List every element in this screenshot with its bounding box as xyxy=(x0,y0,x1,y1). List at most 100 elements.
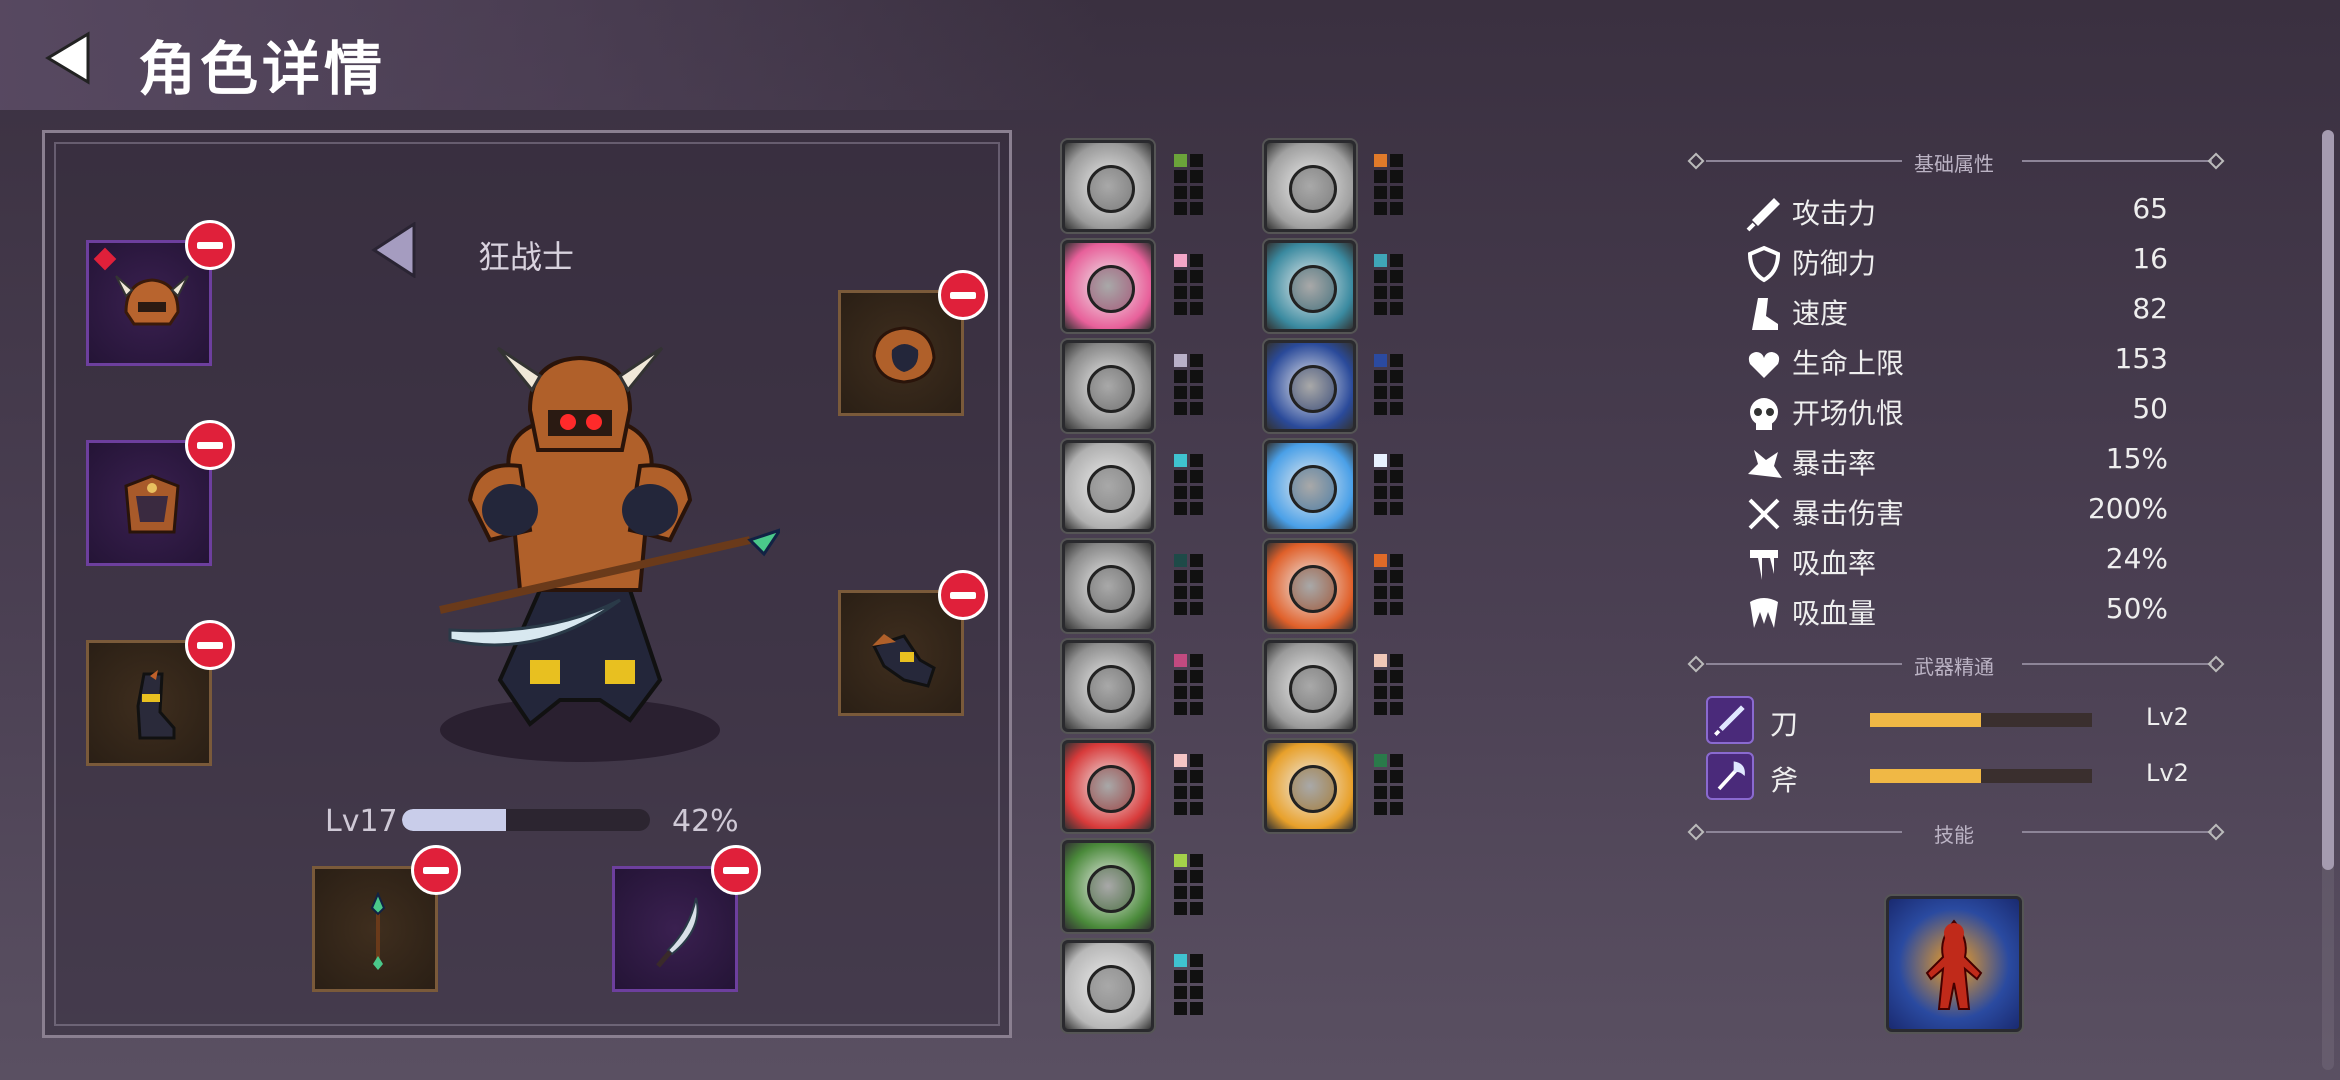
skill-tile-bear-fury[interactable] xyxy=(1264,740,1356,832)
skill-pip xyxy=(1190,854,1203,867)
skill-pip xyxy=(1174,402,1187,415)
remove-shoulder-button[interactable] xyxy=(938,270,988,320)
skill-pip xyxy=(1390,786,1403,799)
boots-icon xyxy=(136,670,176,740)
skill-pip xyxy=(1374,302,1387,315)
skill-pip xyxy=(1390,570,1403,583)
skill-pip xyxy=(1374,186,1387,199)
divider-line xyxy=(2022,160,2212,162)
remove-blade-button[interactable] xyxy=(711,845,761,895)
skill-pip xyxy=(1174,702,1187,715)
remove-gauntlet-button[interactable] xyxy=(938,570,988,620)
skill-pip xyxy=(1190,886,1203,899)
skill-tile-open-hand[interactable] xyxy=(1264,140,1356,232)
stat-value: 24% xyxy=(2105,542,2168,575)
level-progress-fill xyxy=(402,809,507,831)
shield-icon xyxy=(1747,245,1781,283)
skill-pip xyxy=(1374,170,1387,183)
remove-chest-button[interactable] xyxy=(185,420,235,470)
skill-tile-triple-slash[interactable] xyxy=(1062,640,1154,732)
skill-pip xyxy=(1174,154,1187,167)
skill-pip xyxy=(1190,686,1203,699)
back-button[interactable] xyxy=(40,28,100,88)
berserker-character xyxy=(439,346,780,762)
skill-tile-tornado[interactable] xyxy=(1062,340,1154,432)
skill-pip xyxy=(1190,286,1203,299)
skill-pip xyxy=(1374,370,1387,383)
skill-pip xyxy=(1374,154,1387,167)
skill-pips-tornado xyxy=(1174,354,1206,416)
skill-pip xyxy=(1190,554,1203,567)
skill-pip xyxy=(1190,254,1203,267)
spear-throw-icon xyxy=(1087,965,1135,1013)
skill-pip xyxy=(1390,370,1403,383)
skill-pip xyxy=(1190,954,1203,967)
shadow-clones-icon xyxy=(1289,365,1337,413)
skill-pip xyxy=(1174,454,1187,467)
skill-pip xyxy=(1374,786,1387,799)
fangs-icon xyxy=(1750,598,1778,628)
skill-pips-slash-warrior xyxy=(1174,454,1206,516)
skill-tile-flame-skull[interactable] xyxy=(1264,540,1356,632)
skill-tile-fist[interactable] xyxy=(1062,140,1154,232)
skill-pip xyxy=(1374,254,1387,267)
skill-pip xyxy=(1374,654,1387,667)
remove-boots-button[interactable] xyxy=(185,620,235,670)
skill-tile-angel-wings[interactable] xyxy=(1264,440,1356,532)
flame-skull-icon xyxy=(1289,565,1337,613)
skill-pip xyxy=(1390,502,1403,515)
section-title-skill: 技能 xyxy=(1934,823,1974,847)
skill-pip xyxy=(1190,986,1203,999)
fist-icon xyxy=(1087,165,1135,213)
skill-pip xyxy=(1190,870,1203,883)
slash-warrior-icon xyxy=(1087,465,1135,513)
stat-label: 攻击力 xyxy=(1792,197,1877,230)
skill-pip xyxy=(1374,402,1387,415)
equipped-skill-fire-aura[interactable] xyxy=(1886,896,2022,1032)
skull-icon xyxy=(1750,398,1778,430)
skill-pips-bear-fury xyxy=(1374,754,1406,816)
sword-icon xyxy=(1746,198,1780,232)
stat-label: 吸血量 xyxy=(1792,597,1877,630)
skill-pip xyxy=(1390,702,1403,715)
skill-pip xyxy=(1374,702,1387,715)
stat-value: 15% xyxy=(2105,442,2168,475)
tornado-icon xyxy=(1087,365,1135,413)
remove-helmet-button[interactable] xyxy=(185,220,235,270)
weapon-name-axe: 斧 xyxy=(1770,764,1799,797)
skill-pip xyxy=(1190,270,1203,283)
skill-pip xyxy=(1390,202,1403,215)
stat-label: 暴击伤害 xyxy=(1792,497,1905,530)
skill-pip xyxy=(1174,770,1187,783)
skill-tile-shadow-clones[interactable] xyxy=(1264,340,1356,432)
skill-tile-spear-throw[interactable] xyxy=(1062,940,1154,1032)
scrollbar-thumb[interactable] xyxy=(2322,130,2334,870)
skill-tile-sword-red[interactable] xyxy=(1062,740,1154,832)
skill-pips-kick xyxy=(1174,254,1206,316)
skill-tile-kick[interactable] xyxy=(1062,240,1154,332)
spear-icon xyxy=(370,892,386,970)
prev-class-arrow[interactable] xyxy=(370,222,420,278)
skill-tile-spirit-face[interactable] xyxy=(1264,640,1356,732)
crit-splash-icon xyxy=(1748,450,1782,478)
skill-pip xyxy=(1390,386,1403,399)
skill-tile-claw-scratch[interactable] xyxy=(1062,540,1154,632)
weapon-progress-fill xyxy=(1870,769,1981,783)
skill-pip xyxy=(1190,386,1203,399)
skill-pip xyxy=(1390,402,1403,415)
skill-pip xyxy=(1174,254,1187,267)
skill-pip xyxy=(1174,1002,1187,1015)
remove-spear-button[interactable] xyxy=(411,845,461,895)
skill-tile-hooded-archer[interactable] xyxy=(1062,840,1154,932)
skill-pip xyxy=(1190,670,1203,683)
page-title: 角色详情 xyxy=(138,35,387,103)
skill-pip xyxy=(1174,370,1187,383)
skill-tile-slash-warrior[interactable] xyxy=(1062,440,1154,532)
stat-label: 吸血率 xyxy=(1792,547,1877,580)
skill-pip xyxy=(1174,686,1187,699)
skill-pip xyxy=(1190,402,1203,415)
skill-pip xyxy=(1190,754,1203,767)
skill-pip xyxy=(1374,502,1387,515)
skill-tile-knight-charge[interactable] xyxy=(1264,240,1356,332)
divider-diamond xyxy=(2207,655,2225,673)
